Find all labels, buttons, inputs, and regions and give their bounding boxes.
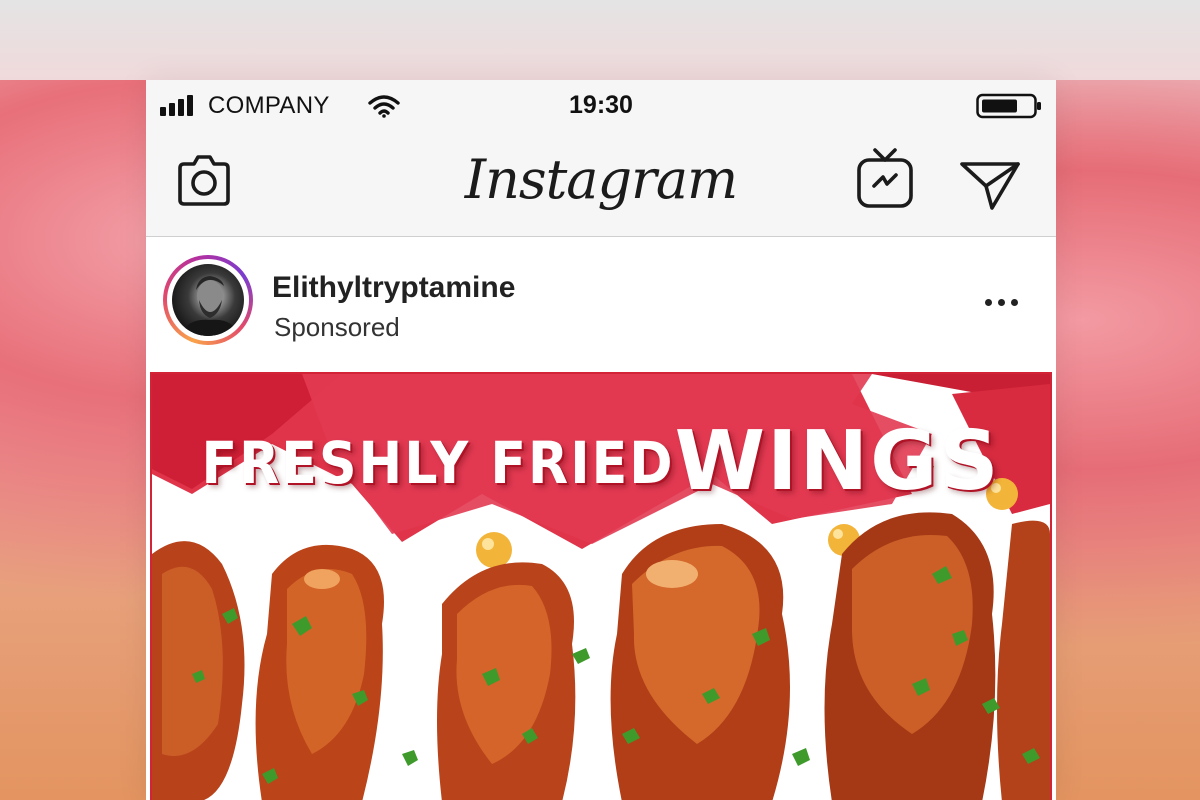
ad-text-line2: WINGS xyxy=(674,414,1001,509)
post-image[interactable]: FRESHLY FRIEDWINGS xyxy=(150,372,1052,800)
chicken-wing xyxy=(437,562,576,800)
clock: 19:30 xyxy=(569,91,633,119)
avatar-photo xyxy=(172,264,244,336)
instagram-logo: Instagram xyxy=(464,148,739,211)
ad-text-line1: FRESHLY FRIED xyxy=(201,429,675,497)
ad-headline: FRESHLY FRIEDWINGS xyxy=(152,414,1050,509)
dot-icon xyxy=(1011,299,1018,306)
status-bar: COMPANY 19:30 xyxy=(146,80,1056,130)
more-options-button[interactable] xyxy=(981,293,1021,313)
igtv-icon[interactable] xyxy=(856,146,914,210)
chicken-wing xyxy=(610,524,790,800)
dot-icon xyxy=(985,299,992,306)
dot-icon xyxy=(998,299,1005,306)
chicken-wing xyxy=(824,512,996,800)
sponsored-label: Sponsored xyxy=(274,312,400,342)
post-username[interactable]: Elithyltryptamine xyxy=(272,271,515,305)
phone-screen: COMPANY 19:30 Instagram Elithyltryptamin… xyxy=(146,80,1056,800)
post-header: Elithyltryptamine Sponsored xyxy=(146,237,1056,372)
background-blur xyxy=(0,0,1200,80)
direct-message-icon[interactable] xyxy=(958,156,1022,212)
top-navigation-bar: Instagram xyxy=(146,130,1056,237)
avatar[interactable] xyxy=(163,255,253,345)
battery-icon xyxy=(976,93,1041,119)
chicken-wing xyxy=(255,544,384,800)
chicken-wing xyxy=(997,520,1050,800)
chicken-wing xyxy=(152,541,245,800)
